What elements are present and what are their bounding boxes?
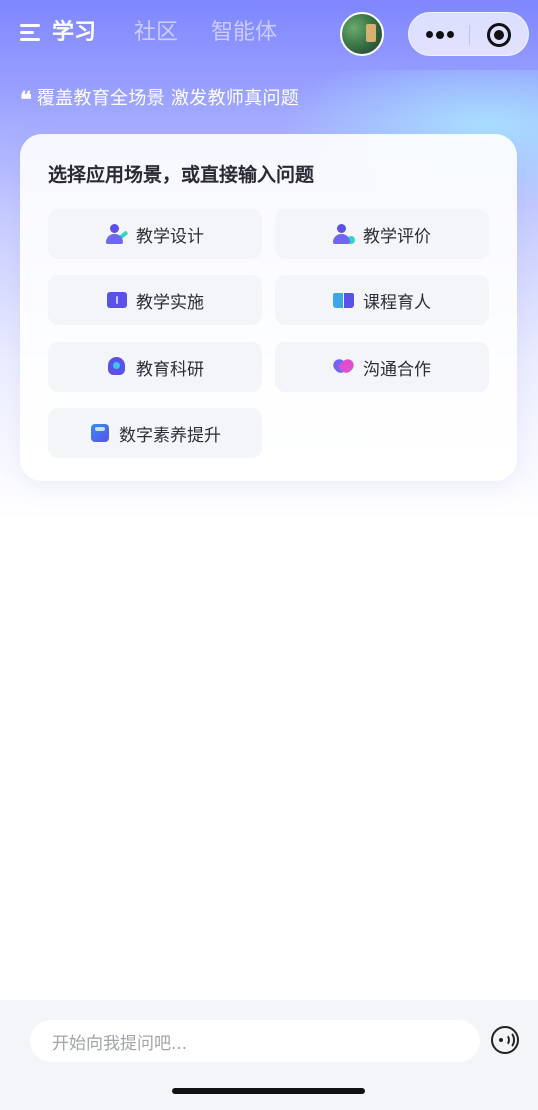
quote-icon: ❝ [20,87,32,113]
book-icon [106,289,128,311]
open-book-icon [333,289,355,311]
voice-input-icon[interactable] [491,1026,519,1054]
question-input[interactable]: 开始向我提问吧... [30,1020,480,1062]
scene-card: 选择应用场景，或直接输入问题 教学设计 教学评价 教学实施 课程育人 教育科研 … [20,134,517,481]
top-bar: 学习 社区 智能体 [0,0,538,70]
scene-button-digital-literacy[interactable]: 数字素养提升 [48,408,262,458]
scene-label: 教学评价 [363,226,431,247]
scene-label: 课程育人 [363,292,431,313]
close-target-icon[interactable] [487,23,511,47]
scene-label: 沟通合作 [363,359,431,380]
input-placeholder: 开始向我提问吧... [52,1033,188,1054]
scene-button-curriculum-education[interactable]: 课程育人 [275,275,489,325]
miniprogram-capsule [408,12,529,56]
teacher-edit-icon [106,223,129,245]
scene-button-education-research[interactable]: 教育科研 [48,342,262,392]
brain-icon [106,356,128,378]
scene-label: 教育科研 [136,359,204,380]
scene-label: 教学设计 [136,226,204,247]
avatar[interactable] [340,12,384,56]
home-indicator [172,1088,365,1094]
capsule-divider [469,25,470,45]
menu-icon[interactable] [20,24,40,42]
tab-community[interactable]: 社区 [134,18,178,48]
slogan: ❝ 覆盖教育全场景 激发教师真问题 [20,84,300,113]
more-icon[interactable] [426,30,454,39]
scene-button-communication[interactable]: 沟通合作 [275,342,489,392]
scene-button-teaching-implementation[interactable]: 教学实施 [48,275,262,325]
slogan-text: 覆盖教育全场景 激发教师真问题 [36,88,300,109]
tab-learn[interactable]: 学习 [52,18,96,48]
scene-button-teaching-evaluation[interactable]: 教学评价 [275,209,489,259]
scene-button-teaching-design[interactable]: 教学设计 [48,209,262,259]
teacher-evaluate-icon [333,223,355,245]
heart-handshake-icon [333,356,355,378]
scene-label: 教学实施 [136,292,204,313]
card-title: 选择应用场景，或直接输入问题 [48,164,315,186]
cube-icon [89,422,111,444]
tab-agent[interactable]: 智能体 [211,18,277,48]
scene-label: 数字素养提升 [119,425,221,446]
